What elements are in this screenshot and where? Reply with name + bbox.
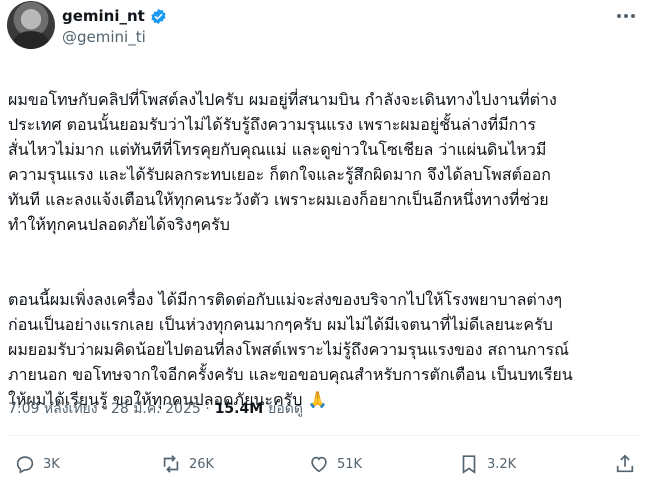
bookmark-button[interactable]: 3.2K xyxy=(458,453,516,475)
tweet-meta: 7:09 หลังเที่ยง · 28 มี.ค. 2025 · 15.4M … xyxy=(8,398,303,420)
repost-icon xyxy=(163,455,179,473)
like-count: 51K xyxy=(337,456,363,472)
bookmark-icon xyxy=(462,455,476,474)
heart-icon xyxy=(311,456,327,473)
author-display-name[interactable]: gemini_nt xyxy=(62,7,145,25)
tweet-paragraph-1: ผมขอโทษกับคลิปที่โพสต์ลงไปครับ ผมอยู่ที่… xyxy=(8,90,557,234)
author-name-row: gemini_nt xyxy=(62,6,167,26)
divider xyxy=(8,435,642,436)
reply-icon xyxy=(16,456,34,474)
reply-button[interactable]: 3K xyxy=(14,453,60,475)
reply-count: 3K xyxy=(43,456,60,472)
tweet-paragraph-2: ตอนนี้ผมเพิ่งลงเครื่อง ได้มีการติดต่อกับ… xyxy=(8,290,573,409)
author-avatar[interactable] xyxy=(7,1,55,49)
like-button[interactable]: 51K xyxy=(308,453,362,475)
bookmark-count: 3.2K xyxy=(487,456,517,472)
view-count-label: ยอดดู xyxy=(268,401,303,417)
share-icon xyxy=(616,454,634,473)
share-button[interactable] xyxy=(614,453,636,475)
verified-badge-icon xyxy=(151,8,166,24)
more-options-icon[interactable] xyxy=(614,6,638,26)
repost-button[interactable]: 26K xyxy=(160,453,214,475)
repost-count: 26K xyxy=(189,456,215,472)
tweet-actions: 3K 26K 51K 3.2K xyxy=(8,453,642,477)
tweet-text: ผมขอโทษกับคลิปที่โพสต์ลงไปครับ ผมอยู่ที่… xyxy=(8,62,642,437)
author-handle[interactable]: @gemini_ti xyxy=(62,28,146,46)
view-count: 15.4M xyxy=(214,401,264,417)
tweet-timestamp[interactable]: 7:09 หลังเที่ยง · 28 มี.ค. 2025 · xyxy=(8,398,210,420)
